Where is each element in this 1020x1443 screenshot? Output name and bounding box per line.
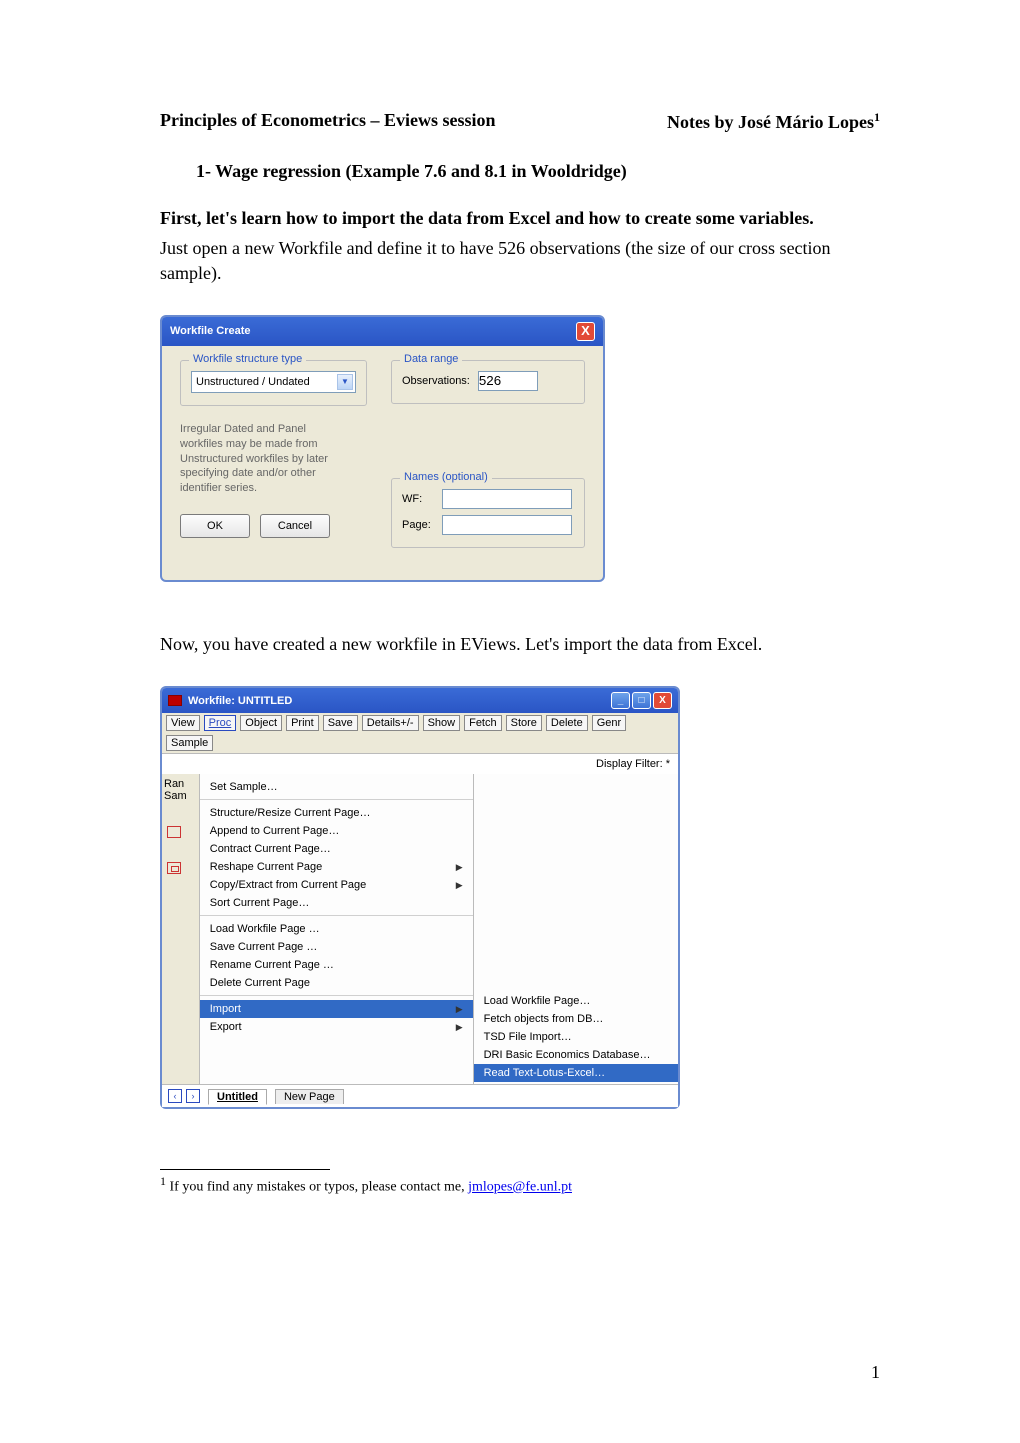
toolbar-fetch[interactable]: Fetch bbox=[464, 715, 502, 731]
footnote-rule bbox=[160, 1169, 330, 1170]
workfile-title-text: Workfile: UNTITLED bbox=[188, 695, 292, 707]
toolbar-view[interactable]: View bbox=[166, 715, 200, 731]
toolbar-sample[interactable]: Sample bbox=[166, 735, 213, 751]
header-right: Notes by José Mário Lopes1 bbox=[667, 110, 880, 133]
proc-menu: Set Sample… Structure/Resize Current Page… bbox=[200, 774, 474, 1084]
menu-item[interactable]: Load Workfile Page … bbox=[200, 920, 473, 938]
page-prev-button[interactable]: ‹ bbox=[168, 1089, 182, 1103]
menu-item[interactable]: Sort Current Page… bbox=[200, 894, 473, 912]
header-left: Principles of Econometrics – Eviews sess… bbox=[160, 110, 495, 133]
menu-item[interactable]: Import▶ bbox=[200, 1000, 473, 1018]
observations-label: Observations: bbox=[402, 375, 470, 387]
footnote: 1 If you find any mistakes or typos, ple… bbox=[160, 1174, 880, 1196]
dialog-workfile-create: Workfile Create X Workfile structure typ… bbox=[160, 315, 605, 582]
submenu-item[interactable]: Read Text-Lotus-Excel… bbox=[474, 1064, 678, 1082]
close-icon[interactable]: X bbox=[576, 322, 595, 341]
dialog-title-text: Workfile Create bbox=[170, 325, 251, 337]
paragraph-intro: Just open a new Workfile and define it t… bbox=[160, 236, 880, 285]
fieldset-names: Names (optional) WF: Page: bbox=[391, 478, 585, 548]
submenu-item[interactable]: Load Workfile Page… bbox=[474, 992, 678, 1010]
menu-item[interactable]: Copy/Extract from Current Page▶ bbox=[200, 876, 473, 894]
toolbar-print[interactable]: Print bbox=[286, 715, 319, 731]
menu-item[interactable]: Append to Current Page… bbox=[200, 822, 473, 840]
legend-structure: Workfile structure type bbox=[189, 353, 306, 365]
minimize-icon[interactable]: _ bbox=[611, 692, 630, 709]
dialog-titlebar: Workfile Create X bbox=[162, 317, 603, 346]
menu-item[interactable]: Save Current Page … bbox=[200, 938, 473, 956]
chevron-down-icon: ▼ bbox=[337, 374, 353, 390]
workfile-window: Workfile: UNTITLED _ □ X ViewProcObjectP… bbox=[160, 686, 680, 1109]
structure-select[interactable]: Unstructured / Undated ▼ bbox=[191, 371, 356, 393]
submenu-item[interactable]: Fetch objects from DB… bbox=[474, 1010, 678, 1028]
header-row: Principles of Econometrics – Eviews sess… bbox=[160, 110, 880, 133]
ok-button[interactable]: OK bbox=[180, 514, 250, 538]
workfile-left-strip: Ran Sam bbox=[162, 774, 200, 1084]
toolbar-object[interactable]: Object bbox=[240, 715, 282, 731]
menu-item[interactable]: Rename Current Page … bbox=[200, 956, 473, 974]
footnote-link[interactable]: jmlopes@fe.unl.pt bbox=[468, 1180, 572, 1195]
legend-range: Data range bbox=[400, 353, 462, 365]
app-icon bbox=[168, 695, 182, 706]
section-heading: 1- Wage regression (Example 7.6 and 8.1 … bbox=[196, 161, 880, 182]
legend-names: Names (optional) bbox=[400, 471, 492, 483]
beta-icon bbox=[167, 826, 181, 838]
toolbar-show[interactable]: Show bbox=[423, 715, 461, 731]
strip-ran: Ran bbox=[164, 778, 197, 790]
wf-label: WF: bbox=[402, 493, 434, 505]
footnote-text: If you find any mistakes or typos, pleas… bbox=[166, 1180, 468, 1195]
menu-item[interactable]: Delete Current Page bbox=[200, 974, 473, 992]
dialog-right-col: Data range Observations: Names (optional… bbox=[391, 360, 585, 562]
paragraph-intro-bold: First, let's learn how to import the dat… bbox=[160, 206, 880, 230]
submenu-item[interactable]: DRI Basic Economics Database… bbox=[474, 1046, 678, 1064]
toolbar-proc[interactable]: Proc bbox=[204, 715, 237, 731]
fieldset-range: Data range Observations: bbox=[391, 360, 585, 404]
footnote-ref: 1 bbox=[874, 110, 880, 124]
observations-input[interactable] bbox=[478, 371, 538, 391]
toolbar-delete[interactable]: Delete bbox=[546, 715, 588, 731]
tab-new-page[interactable]: New Page bbox=[275, 1089, 344, 1104]
tab-untitled[interactable]: Untitled bbox=[208, 1089, 267, 1105]
structure-select-value: Unstructured / Undated bbox=[196, 376, 310, 388]
submenu-item[interactable]: TSD File Import… bbox=[474, 1028, 678, 1046]
menu-item[interactable]: Structure/Resize Current Page… bbox=[200, 804, 473, 822]
display-filter: Display Filter: * bbox=[162, 754, 678, 774]
toolbar-save[interactable]: Save bbox=[323, 715, 358, 731]
dialog-left-col: Workfile structure type Unstructured / U… bbox=[180, 360, 367, 562]
page-input[interactable] bbox=[442, 515, 572, 535]
wf-input[interactable] bbox=[442, 489, 572, 509]
cancel-button[interactable]: Cancel bbox=[260, 514, 330, 538]
workfile-titlebar: Workfile: UNTITLED _ □ X bbox=[162, 688, 678, 713]
chevron-right-icon: ▶ bbox=[456, 880, 463, 891]
page-label: Page: bbox=[402, 519, 434, 531]
workfile-statusbar: ‹ › Untitled New Page bbox=[162, 1084, 678, 1107]
menu-item[interactable]: Contract Current Page… bbox=[200, 840, 473, 858]
menu-item[interactable]: Set Sample… bbox=[200, 778, 473, 796]
page-next-button[interactable]: › bbox=[186, 1089, 200, 1103]
toolbar-genr[interactable]: Genr bbox=[592, 715, 626, 731]
import-submenu: Load Workfile Page…Fetch objects from DB… bbox=[474, 774, 678, 1084]
close-icon[interactable]: X bbox=[653, 692, 672, 709]
fieldset-structure: Workfile structure type Unstructured / U… bbox=[180, 360, 367, 406]
chevron-right-icon: ▶ bbox=[456, 1004, 463, 1015]
maximize-icon[interactable]: □ bbox=[632, 692, 651, 709]
strip-sam: Sam bbox=[164, 790, 197, 802]
page-number: 1 bbox=[871, 1362, 880, 1383]
dialog-hint: Irregular Dated and Panel workfiles may … bbox=[180, 422, 350, 496]
menu-item[interactable]: Export▶ bbox=[200, 1018, 473, 1036]
chevron-right-icon: ▶ bbox=[456, 1022, 463, 1033]
paragraph-after-dialog: Now, you have created a new workfile in … bbox=[160, 632, 880, 656]
workfile-toolbar: ViewProcObjectPrintSaveDetails+/-ShowFet… bbox=[162, 713, 678, 754]
series-icon bbox=[167, 862, 181, 874]
chevron-right-icon: ▶ bbox=[456, 862, 463, 873]
toolbar-store[interactable]: Store bbox=[506, 715, 542, 731]
toolbar-details[interactable]: Details+/- bbox=[362, 715, 419, 731]
menu-item[interactable]: Reshape Current Page▶ bbox=[200, 858, 473, 876]
